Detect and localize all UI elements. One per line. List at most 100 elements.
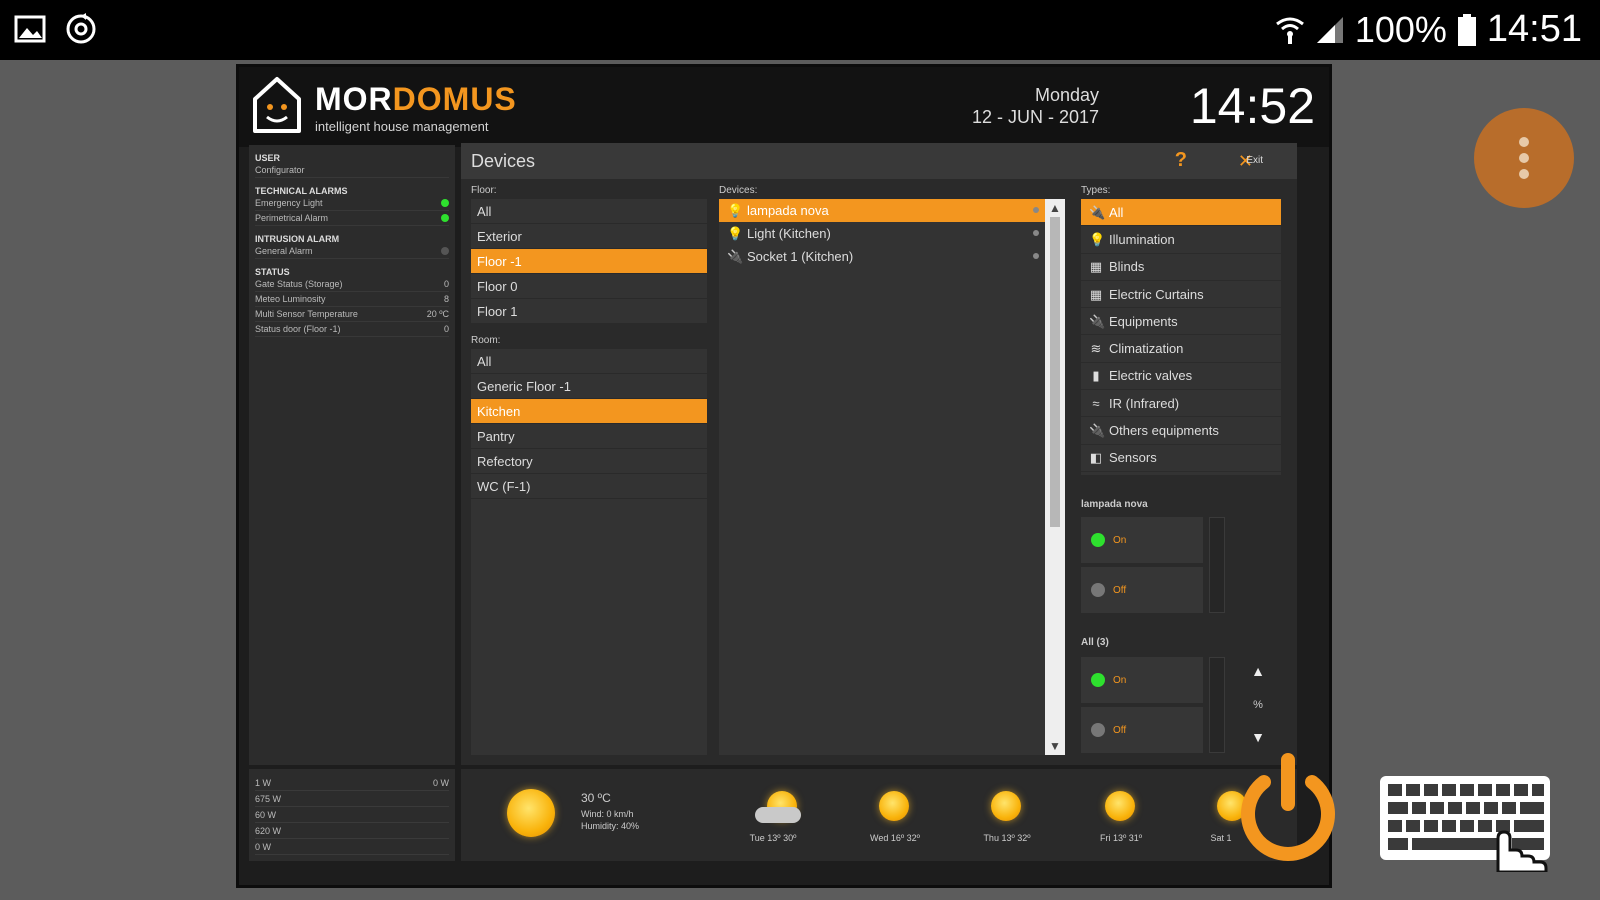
type-item[interactable]: ≋ Climatization: [1081, 335, 1281, 363]
device-level-slider[interactable]: [1209, 517, 1225, 613]
sync-icon: [66, 13, 96, 44]
exit-button[interactable]: Exit: [1246, 155, 1263, 166]
status-value: 0: [443, 324, 449, 334]
room-item[interactable]: Pantry: [471, 424, 707, 449]
device-on-button[interactable]: On: [1081, 517, 1203, 563]
device-list-scrollbar[interactable]: ▲ ▼: [1045, 199, 1065, 755]
type-item-selected[interactable]: 🔌 All: [1081, 199, 1281, 227]
off-label: Off: [1113, 724, 1127, 736]
type-label: Sensors: [1109, 450, 1157, 466]
type-item[interactable]: 💡 Illumination: [1081, 226, 1281, 254]
power-label: 675 W: [255, 793, 282, 804]
type-item[interactable]: ▮ Electric valves: [1081, 363, 1281, 391]
more-dot: [1519, 137, 1529, 147]
room-label: Room:: [471, 335, 501, 346]
battery-percent: 100%: [1354, 8, 1447, 50]
intrusion-heading: INTRUSION ALARM: [255, 234, 340, 244]
power-row: 620 W: [255, 823, 449, 839]
type-label: Electric valves: [1109, 368, 1193, 384]
device-off-button[interactable]: Off: [1081, 567, 1203, 613]
status-row[interactable]: Meteo Luminosity 8: [255, 292, 449, 307]
on-label: On: [1113, 674, 1127, 686]
type-item[interactable]: 🔌 Equipments: [1081, 308, 1281, 336]
wifi-icon: [1275, 17, 1304, 44]
type-label: Illumination: [1109, 231, 1175, 247]
power-row: 675 W: [255, 791, 449, 807]
room-item[interactable]: Generic Floor -1: [471, 374, 707, 399]
floor-item[interactable]: Floor 1: [471, 299, 707, 324]
lightbulb-icon: 💡: [1089, 231, 1106, 247]
status-value: 0: [443, 279, 449, 289]
tech-alarms-heading: TECHNICAL ALARMS: [255, 186, 348, 196]
more-options-button[interactable]: [1474, 108, 1574, 208]
device-item[interactable]: 🔌 Socket 1 (Kitchen): [719, 245, 1045, 268]
all-off-button[interactable]: Off: [1081, 707, 1203, 753]
status-row[interactable]: Multi Sensor Temperature 20 ºC: [255, 307, 449, 322]
power-icon[interactable]: [1236, 752, 1340, 864]
intrusion-row[interactable]: General Alarm: [255, 244, 449, 259]
type-list: 🔌 All 💡 Illumination ▦ Blinds ▦ Electric Cur…: [1081, 199, 1281, 475]
all-on-button[interactable]: On: [1081, 657, 1203, 703]
type-item[interactable]: 🔌 Others equipments: [1081, 417, 1281, 445]
room-item[interactable]: Refectory: [471, 449, 707, 474]
scroll-down-icon[interactable]: ▼: [1045, 739, 1065, 753]
power-label: 620 W: [255, 825, 282, 836]
control-device-label: lampada nova: [1081, 499, 1148, 510]
forecast-day: Fri 13º 31º: [1099, 833, 1143, 843]
keyboard-icon[interactable]: [1380, 776, 1560, 872]
type-label: IR (Infrared): [1109, 395, 1180, 411]
device-item-selected[interactable]: 💡 lampada nova: [719, 199, 1045, 222]
type-item[interactable]: ≈ IR (Infrared): [1081, 390, 1281, 418]
type-label: Blinds: [1109, 259, 1145, 275]
type-label: All: [1109, 204, 1124, 220]
type-item[interactable]: ▦ Electric Curtains: [1081, 281, 1281, 309]
device-status-dot: [1033, 230, 1039, 236]
scroll-thumb[interactable]: [1050, 217, 1060, 527]
tech-alarm-row[interactable]: Emergency Light: [255, 196, 449, 211]
today-humidity: Humidity: 40%: [581, 821, 640, 831]
power-row: 0 W: [255, 839, 449, 855]
power-consumption-panel: 1 W 0 W 675 W 60 W 620 W 0 W: [249, 769, 455, 861]
floor-item-selected[interactable]: Floor -1: [471, 249, 707, 274]
device-item[interactable]: 💡 Light (Kitchen): [719, 222, 1045, 245]
type-item[interactable]: ▦ Blinds: [1081, 254, 1281, 281]
status-row[interactable]: Status door (Floor -1) 0: [255, 322, 449, 337]
scroll-up-icon[interactable]: ▲: [1045, 201, 1065, 215]
room-item[interactable]: WC (F-1): [471, 474, 707, 499]
increase-arrow-icon[interactable]: ▲: [1235, 663, 1281, 679]
decrease-arrow-icon[interactable]: ▼: [1235, 729, 1281, 745]
floor-list: All Exterior Floor -1 Floor 0 Floor 1: [471, 199, 707, 324]
sun-icon: [991, 791, 1021, 821]
type-item[interactable]: ◧ Sensors: [1081, 445, 1281, 472]
user-value: Configurator: [255, 165, 305, 175]
device-status-dot: [1033, 253, 1039, 259]
power-label: 0 W: [255, 841, 272, 852]
power-value: 0 W: [432, 777, 449, 788]
plug-icon: 🔌: [1089, 313, 1106, 329]
type-label: Electric Curtains: [1109, 286, 1204, 302]
status-value: 8: [443, 294, 449, 304]
floor-item[interactable]: All: [471, 199, 707, 224]
all-level-slider[interactable]: [1209, 657, 1225, 753]
weather-strip: 30 ºC Wind: 0 km/h Humidity: 40% Tue 13º…: [461, 769, 1297, 861]
air-icon: ≋: [1090, 341, 1102, 357]
tech-alarm-row[interactable]: Perimetrical Alarm: [255, 211, 449, 226]
room-item[interactable]: All: [471, 349, 707, 374]
power-label: 60 W: [255, 809, 277, 820]
plug-icon: 🔌: [1089, 204, 1106, 220]
sun-icon: [1105, 791, 1135, 821]
floor-label: Floor:: [471, 185, 497, 196]
device-list: 💡 lampada nova 💡 Light (Kitchen) 🔌 Socke…: [719, 199, 1045, 755]
devices-title: Devices: [471, 151, 536, 171]
help-button[interactable]: ?: [1175, 149, 1187, 172]
room-item-selected[interactable]: Kitchen: [471, 399, 707, 424]
floor-item[interactable]: Exterior: [471, 224, 707, 249]
status-row[interactable]: Gate Status (Storage) 0: [255, 277, 449, 292]
gallery-icon: [14, 15, 46, 43]
device-label: Light (Kitchen): [747, 226, 831, 241]
today-temperature: 30 ºC: [581, 791, 611, 805]
floor-item[interactable]: Floor 0: [471, 274, 707, 299]
android-status-bar: 100% 14:51: [0, 0, 1600, 60]
forecast-day: Wed 16º 32º: [870, 833, 920, 843]
plug-icon: 🔌: [727, 249, 744, 264]
